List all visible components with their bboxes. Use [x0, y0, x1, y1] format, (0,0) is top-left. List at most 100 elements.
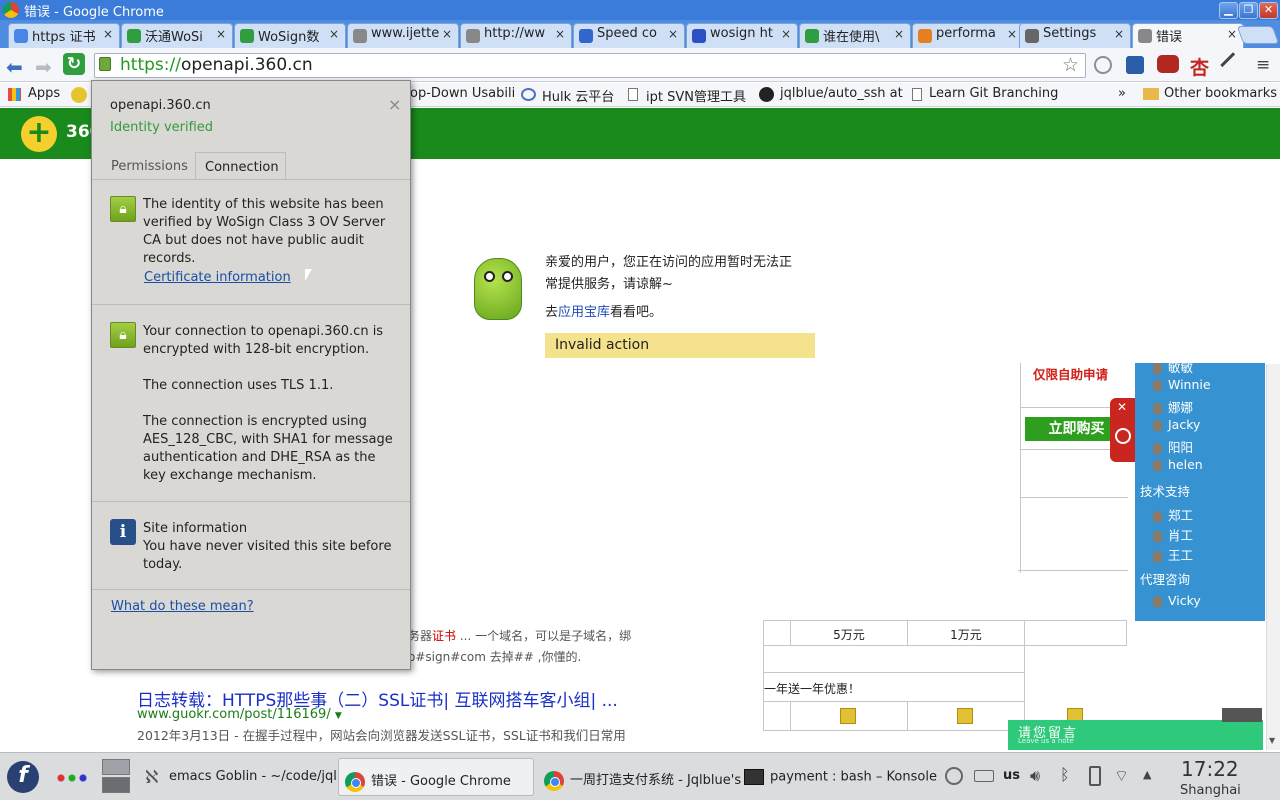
tab-close-icon[interactable]: ×: [1227, 27, 1237, 41]
certificate-info-link[interactable]: Certificate information: [144, 269, 291, 287]
activities-icon[interactable]: [57, 774, 87, 782]
tab-close-icon[interactable]: ×: [668, 27, 678, 41]
stack-icon: [918, 29, 932, 43]
baidu-share-widget[interactable]: ✕: [1110, 398, 1136, 462]
tab-close-icon[interactable]: ×: [555, 27, 565, 41]
tab-6[interactable]: wosign ht ×: [686, 23, 798, 48]
task-konsole[interactable]: payment : bash – Konsole: [744, 758, 937, 796]
tab-10[interactable]: 错误 ×: [1132, 23, 1244, 48]
url-text[interactable]: https://openapi.360.cn: [120, 55, 313, 75]
task-emacs[interactable]: ℵ emacs Goblin - ~/code/jql: [140, 758, 337, 796]
bookmark-apps[interactable]: Apps: [28, 86, 60, 101]
maximize-button[interactable]: ❐: [1239, 2, 1258, 19]
tab-permissions[interactable]: Permissions: [111, 158, 188, 176]
support-contact[interactable]: 郑工: [1153, 505, 1193, 524]
tab-9[interactable]: Settings ×: [1019, 23, 1131, 48]
tab-7[interactable]: 谁在使用\ ×: [799, 23, 911, 48]
lock-icon: [840, 708, 856, 724]
page-icon: [628, 88, 638, 101]
help-link[interactable]: What do these mean?: [111, 598, 254, 616]
support-contact[interactable]: helen: [1153, 457, 1203, 472]
bookmark-usability[interactable]: op-Down Usabili: [410, 86, 515, 101]
app-store-link[interactable]: 应用宝库: [558, 305, 610, 320]
support-contact[interactable]: Jacky: [1153, 417, 1200, 432]
bookmark-git[interactable]: Learn Git Branching: [929, 86, 1058, 101]
tab-1[interactable]: 沃通WoSi ×: [121, 23, 233, 48]
lock-icon[interactable]: [99, 57, 111, 71]
support-contact[interactable]: Vicky: [1153, 593, 1201, 608]
tab-4[interactable]: http://ww ×: [460, 23, 572, 48]
desktop-1-icon[interactable]: [102, 759, 130, 775]
sofa-extension-icon[interactable]: [1157, 55, 1179, 73]
scroll-top-button[interactable]: [1222, 708, 1262, 722]
clock-time[interactable]: 17:22: [1181, 757, 1239, 781]
tab-5[interactable]: Speed co ×: [573, 23, 685, 48]
support-contact[interactable]: 王工: [1153, 545, 1193, 564]
tab-close-icon[interactable]: ×: [894, 27, 904, 41]
support-contact[interactable]: 阳阳: [1153, 437, 1193, 456]
page-icon: [353, 29, 367, 43]
tab-close-icon[interactable]: ×: [442, 27, 452, 41]
minimize-button[interactable]: ▁: [1219, 2, 1238, 19]
promo-text: 一年送一年优惠！: [763, 672, 1025, 702]
support-contact[interactable]: 肖工: [1153, 525, 1193, 544]
url-scheme: https://: [120, 55, 181, 75]
close-button[interactable]: ✕: [1259, 2, 1278, 19]
tab-2[interactable]: WoSign数 ×: [234, 23, 346, 48]
fedora-menu-icon[interactable]: f: [7, 761, 39, 793]
popup-close-button[interactable]: ×: [388, 95, 401, 114]
tab-8[interactable]: performa ×: [912, 23, 1024, 48]
tab-close-icon[interactable]: ×: [329, 27, 339, 41]
task-chrome[interactable]: 错误 - Google Chrome: [338, 758, 534, 796]
sync-extension-icon[interactable]: [1094, 56, 1112, 74]
bookmark-other[interactable]: Other bookmarks: [1164, 86, 1277, 101]
paw-icon: [1115, 428, 1131, 444]
page-icon: [912, 88, 922, 101]
emacs-icon: ℵ: [145, 767, 159, 788]
close-icon[interactable]: ✕: [1117, 400, 1127, 414]
tab-3[interactable]: www.ijette ×: [347, 23, 459, 48]
forward-arrow-icon[interactable]: ➡: [35, 55, 52, 79]
pricing-column: 仅限自助申请 立即购买: [1018, 363, 1128, 573]
support-contact[interactable]: 敏敏: [1153, 357, 1193, 376]
bookmark-svn[interactable]: ipt SVN管理工具: [646, 86, 746, 105]
task-chrome-2[interactable]: 一周打造支付系统 - Jqlblue's: [544, 758, 741, 796]
keyboard-layout[interactable]: us: [1003, 768, 1020, 783]
folder-icon: [1143, 88, 1159, 100]
bookmark-jqlblue[interactable]: jqlblue/auto_ssh at: [780, 86, 903, 101]
desktop-2-icon[interactable]: [102, 777, 130, 793]
support-contact[interactable]: Winnie: [1153, 377, 1211, 392]
extension-icon[interactable]: [1126, 56, 1144, 74]
support-contact[interactable]: 娜娜: [1153, 397, 1193, 416]
tab-0[interactable]: https 证书 ×: [8, 23, 120, 48]
bookmark-hulk[interactable]: Hulk 云平台: [542, 86, 614, 105]
tab-close-icon[interactable]: ×: [1114, 27, 1124, 41]
new-tab-button[interactable]: [1236, 26, 1280, 44]
tab-close-icon[interactable]: ×: [781, 27, 791, 41]
battery-icon[interactable]: [1089, 766, 1101, 786]
settings-tray-icon[interactable]: [945, 767, 963, 785]
chrome-icon: [3, 2, 19, 18]
page-scrollbar[interactable]: ▼: [1266, 364, 1280, 750]
back-arrow-icon[interactable]: ⬅: [6, 55, 23, 79]
feedback-widget[interactable]: 请您留言 Leave us a note: [1008, 720, 1263, 750]
xing-extension-icon[interactable]: 杏: [1190, 53, 1209, 80]
tab-close-icon[interactable]: ×: [1007, 27, 1017, 41]
volume-icon[interactable]: 🔊︎: [1030, 766, 1040, 786]
wifi-icon[interactable]: ⌔: [1114, 766, 1129, 786]
bookmark-star-icon[interactable]: ☆: [1062, 54, 1079, 76]
tab-label: 沃通WoSi: [145, 30, 203, 45]
tab-close-icon[interactable]: ×: [216, 27, 226, 41]
keyboard-icon[interactable]: [974, 770, 994, 782]
bookmark-360-icon[interactable]: [71, 87, 87, 103]
menu-icon[interactable]: ≡: [1256, 55, 1270, 75]
tab-close-icon[interactable]: ×: [103, 27, 113, 41]
snippet-line1: 务器证书 ... 一个域名，可以是子域名，绑: [408, 629, 632, 643]
tray-expand-icon[interactable]: ▲: [1143, 768, 1151, 781]
price-5w: 5万元: [790, 620, 908, 646]
reload-icon[interactable]: ↻: [63, 53, 85, 75]
bookmarks-overflow-button[interactable]: »: [1118, 86, 1126, 101]
bluetooth-icon[interactable]: ᛒ: [1060, 765, 1070, 784]
tab-connection[interactable]: Connection: [195, 152, 286, 180]
person-icon: [1153, 420, 1162, 431]
